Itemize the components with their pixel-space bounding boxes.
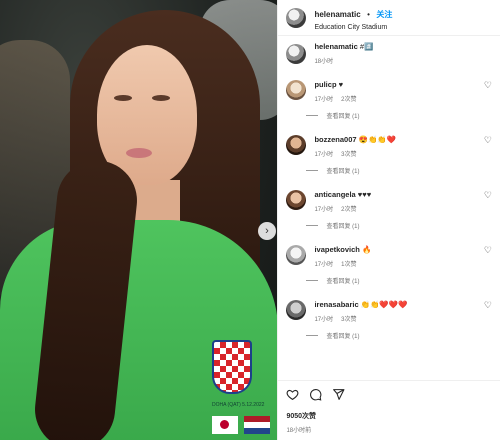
caption-username[interactable]: helenamatic <box>314 42 357 51</box>
comment-text: ♥ <box>338 80 344 89</box>
comment-likes[interactable]: 2次赞 <box>341 207 356 213</box>
comment-item: irenasabaric 👏👏❤️❤️❤️ 17小时 3次赞 ♡ 查看回复 (1) <box>286 300 492 340</box>
comment-item: bozzena007 😍👏👏❤️ 17小时 3次赞 ♡ 查看回复 (1) <box>286 135 492 175</box>
comment-text: 🔥 <box>361 245 372 254</box>
eye <box>152 95 170 101</box>
comment-likes[interactable]: 3次赞 <box>341 152 356 158</box>
comment-item: pulicp ♥ 17小时 2次赞 ♡ 查看回复 (1) <box>286 80 492 120</box>
view-replies-link[interactable]: 查看回复 (1) <box>306 221 492 230</box>
comment-username[interactable]: anticangela <box>314 190 355 199</box>
separator-dot: • <box>367 10 370 19</box>
view-replies-link[interactable]: 查看回复 (1) <box>306 111 492 120</box>
comment-time: 17小时 <box>314 317 334 323</box>
divider <box>306 335 319 336</box>
comment-item: ivapetkovich 🔥 17小时 1次赞 ♡ 查看回复 (1) <box>286 245 492 285</box>
avatar[interactable] <box>286 44 307 64</box>
eye <box>114 95 132 101</box>
divider <box>306 225 319 226</box>
header-meta: helenamatic • 关注 Education City Stadium <box>314 4 392 31</box>
view-replies-link[interactable]: 查看回复 (1) <box>306 331 492 340</box>
heart-icon[interactable]: ♡ <box>484 190 492 213</box>
caption-time: 18小时 <box>314 59 334 65</box>
avatar[interactable] <box>286 190 307 210</box>
comment-time: 17小时 <box>314 97 334 103</box>
comments-list[interactable]: helenamatic ##️⃣ 18小时 pulicp ♥ 17小时 2次赞 ♡… <box>278 36 500 380</box>
heart-icon[interactable] <box>286 388 299 406</box>
lips <box>126 148 152 158</box>
comment-username[interactable]: bozzena007 <box>314 135 356 144</box>
comment-text: 😍👏👏❤️ <box>358 135 396 144</box>
caption-text: ##️⃣ <box>359 42 374 51</box>
shirt-print-text: DOHA (QAT) 5.12.2022 <box>212 402 265 408</box>
post-side-panel: helenamatic • 关注 Education City Stadium … <box>277 0 500 440</box>
comment-icon[interactable] <box>309 388 322 406</box>
comment-likes[interactable]: 2次赞 <box>341 97 356 103</box>
comment-username[interactable]: irenasabaric <box>314 300 358 309</box>
divider <box>306 170 319 171</box>
view-replies-label: 查看回复 (1) <box>326 224 360 230</box>
like-count[interactable]: 9050次赞 <box>286 411 492 421</box>
comment-item: anticangela ♥♥♥ 17小时 2次赞 ♡ 查看回复 (1) <box>286 190 492 230</box>
post-username[interactable]: helenamatic <box>314 10 360 19</box>
post-header: helenamatic • 关注 Education City Stadium <box>278 0 500 36</box>
heart-icon[interactable]: ♡ <box>484 135 492 158</box>
heart-icon[interactable]: ♡ <box>484 245 492 268</box>
view-replies-link[interactable]: 查看回复 (1) <box>306 276 492 285</box>
post-viewer: DOHA (QAT) 5.12.2022 › helenamatic • 关注 … <box>0 0 500 440</box>
heart-icon[interactable]: ♡ <box>484 300 492 323</box>
comment-username[interactable]: ivapetkovich <box>314 245 359 254</box>
post-photo[interactable]: DOHA (QAT) 5.12.2022 › <box>0 0 278 440</box>
divider <box>306 280 319 281</box>
post-actions: 9050次赞 18小时前 <box>278 380 500 440</box>
view-replies-label: 查看回复 (1) <box>326 169 360 175</box>
divider <box>306 115 319 116</box>
share-icon[interactable] <box>332 388 345 406</box>
post-location[interactable]: Education City Stadium <box>314 24 392 31</box>
avatar[interactable] <box>286 300 307 320</box>
croatia-crest <box>212 340 252 394</box>
post-time: 18小时前 <box>286 428 312 434</box>
chevron-right-icon: › <box>265 225 269 237</box>
view-replies-link[interactable]: 查看回复 (1) <box>306 166 492 175</box>
avatar[interactable] <box>286 135 307 155</box>
follow-button[interactable]: 关注 <box>376 10 392 19</box>
view-replies-label: 查看回复 (1) <box>326 334 360 340</box>
view-replies-label: 查看回复 (1) <box>326 279 360 285</box>
view-replies-label: 查看回复 (1) <box>326 114 360 120</box>
comment-likes[interactable]: 3次赞 <box>341 317 356 323</box>
comment-time: 17小时 <box>314 152 334 158</box>
heart-icon[interactable]: ♡ <box>484 80 492 103</box>
avatar[interactable] <box>286 245 307 265</box>
avatar[interactable] <box>286 80 307 100</box>
avatar[interactable] <box>286 7 307 28</box>
caption: helenamatic ##️⃣ 18小时 <box>286 42 492 65</box>
comment-username[interactable]: pulicp <box>314 80 336 89</box>
comment-text: ♥♥♥ <box>357 190 372 199</box>
comment-time: 17小时 <box>314 207 334 213</box>
croatia-flag <box>244 416 270 434</box>
action-icons <box>286 389 492 405</box>
japan-flag <box>212 416 238 434</box>
next-image-button[interactable]: › <box>258 222 276 240</box>
comment-text: 👏👏❤️❤️❤️ <box>360 300 408 309</box>
comment-likes[interactable]: 1次赞 <box>341 262 356 268</box>
comment-time: 17小时 <box>314 262 334 268</box>
